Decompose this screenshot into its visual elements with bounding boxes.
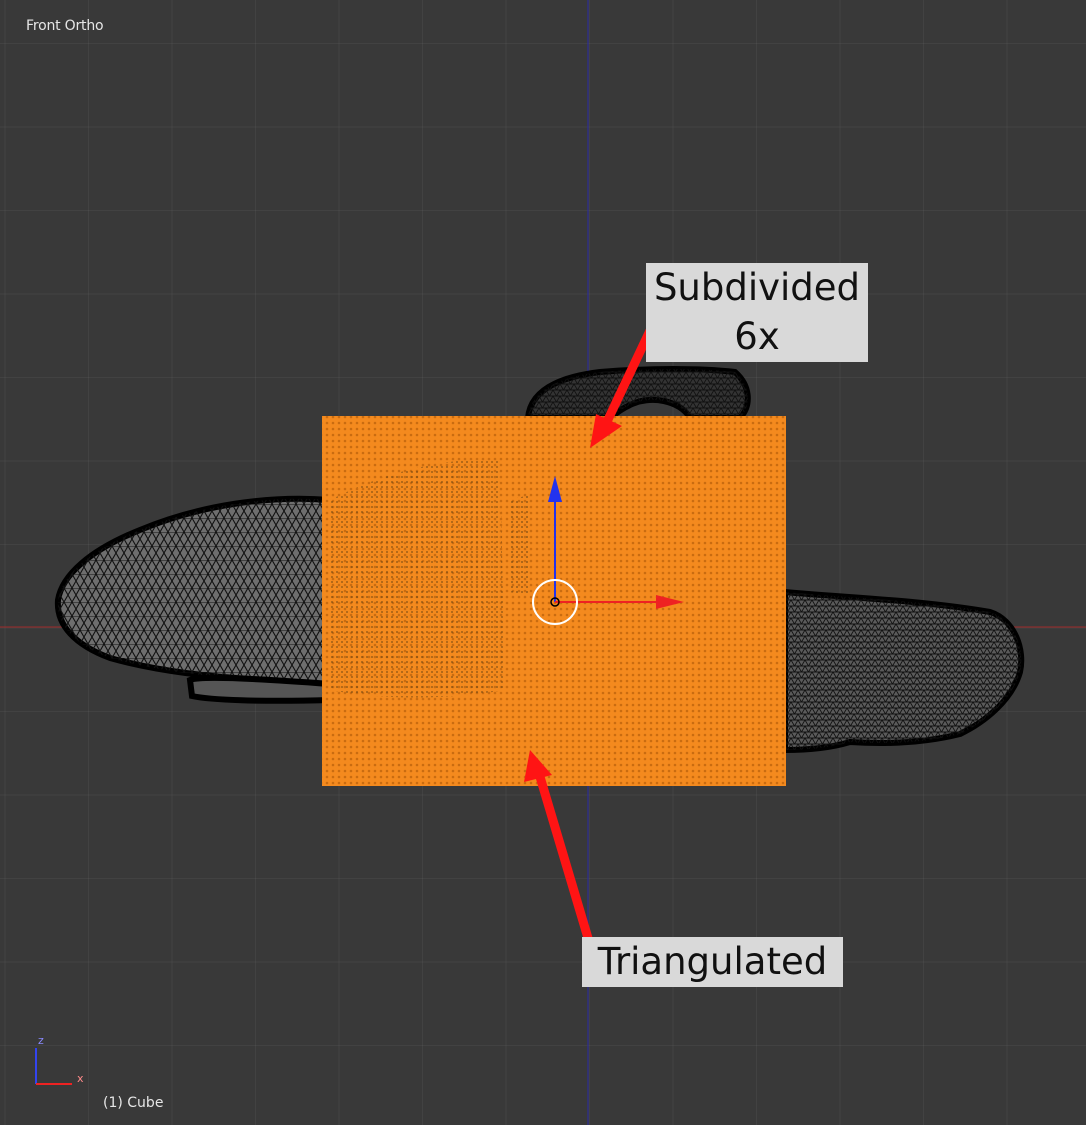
callout-subdivided-line2: 6x xyxy=(734,315,780,358)
callout-triangulated: Triangulated xyxy=(582,937,843,987)
axis-z-label: z xyxy=(38,1034,44,1047)
axis-x-label: x xyxy=(77,1072,84,1085)
callout-subdivided: Subdivided 6x xyxy=(646,263,868,362)
axis-orientation-icon xyxy=(35,1048,72,1085)
active-object-label: (1) Cube xyxy=(103,1095,164,1111)
viewport-scene: z x xyxy=(0,0,1086,1125)
view-name-label: Front Ortho xyxy=(26,18,104,34)
3d-viewport[interactable]: z x Front Ortho (1) Cube Subdivided 6x T… xyxy=(0,0,1086,1125)
callout-triangulated-text: Triangulated xyxy=(597,940,828,983)
callout-subdivided-line1: Subdivided xyxy=(653,266,861,309)
